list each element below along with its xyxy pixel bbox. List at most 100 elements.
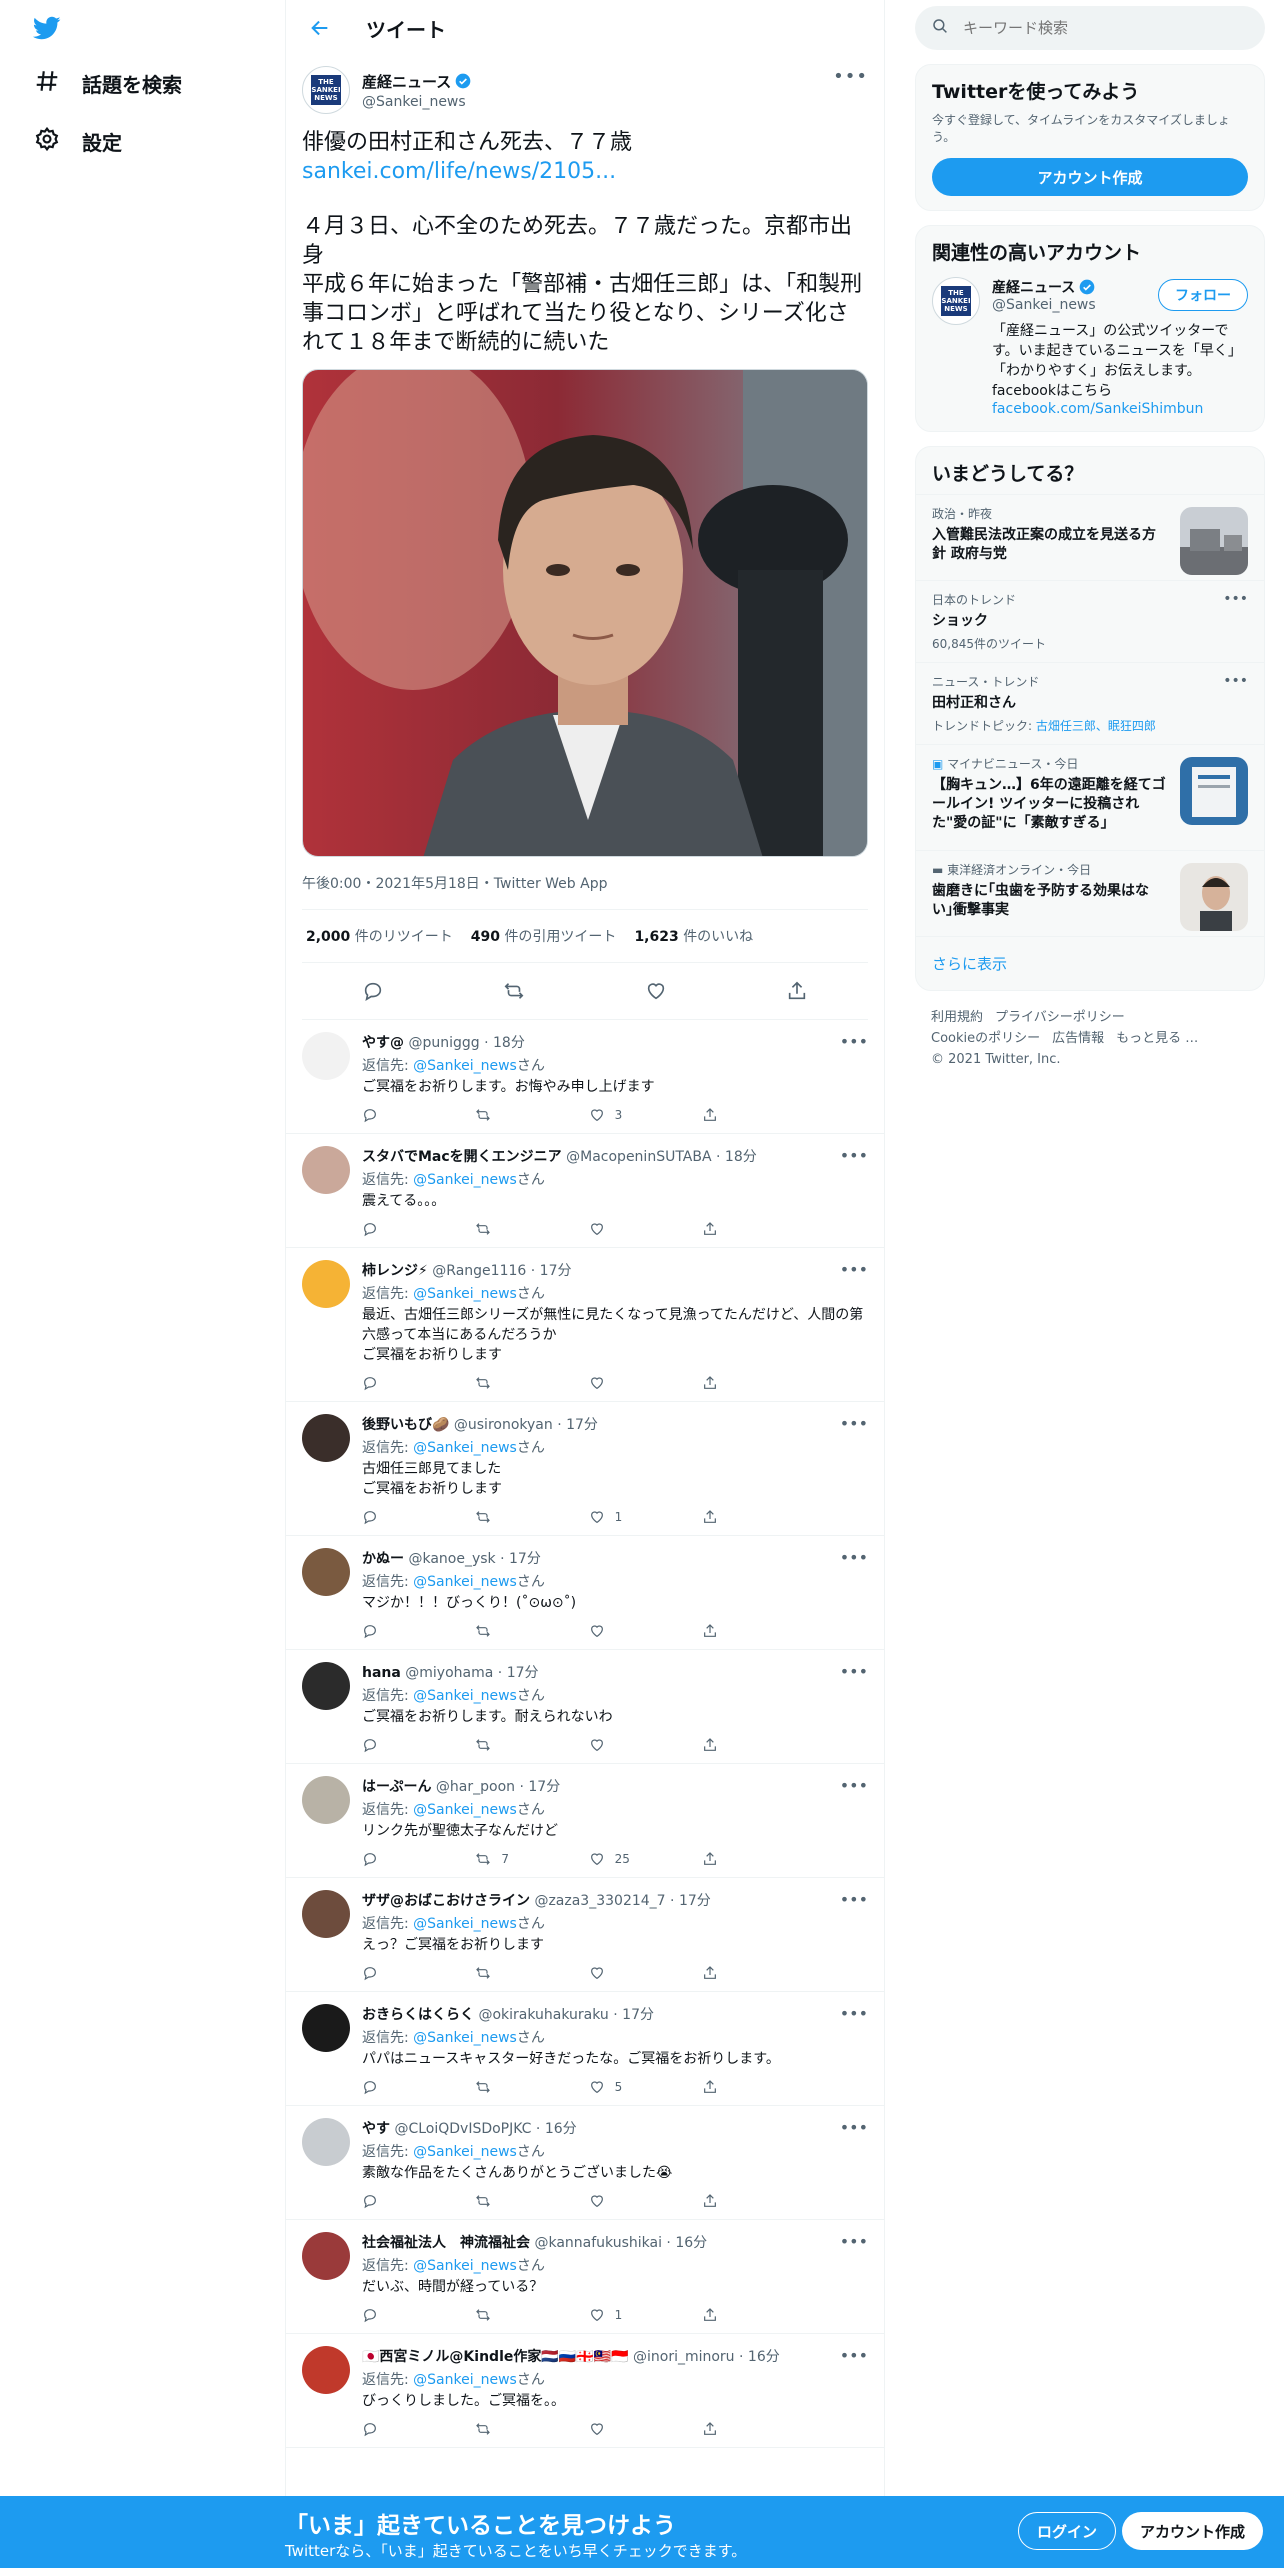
reply-author-handle[interactable]: @Range1116 (432, 1263, 526, 1279)
footer-link-ads[interactable]: 広告情報 (1052, 1031, 1104, 1046)
reply-author-handle[interactable]: @CLoiQDvISDoPJKC (394, 2121, 531, 2137)
avatar[interactable] (302, 1260, 350, 1308)
reply-author-handle[interactable]: @zaza3_330214_7 (534, 1893, 665, 1909)
tweet-timestamp[interactable]: 午後0:00・2021年5月18日・Twitter Web App (302, 873, 868, 910)
like-button[interactable]: 3 (589, 1107, 679, 1123)
reply-button[interactable] (362, 1509, 452, 1525)
share-button[interactable] (702, 1375, 792, 1391)
reply-author-name[interactable]: やす (362, 2121, 390, 2137)
reply-button[interactable] (362, 1107, 452, 1123)
like-button[interactable] (589, 1737, 679, 1753)
retweet-count[interactable]: 2,000 件のリツイート (306, 926, 453, 946)
retweet-button[interactable]: 7 (475, 1851, 565, 1867)
back-arrow-icon[interactable] (302, 10, 338, 46)
more-icon[interactable]: ••• (833, 66, 868, 87)
reply-to-handle[interactable]: @Sankei_news (413, 1688, 517, 1704)
nav-explore[interactable]: 話題を検索 (34, 58, 182, 108)
reply-to-handle[interactable]: @Sankei_news (413, 1440, 517, 1456)
more-icon[interactable]: ••• (840, 2004, 868, 2023)
retweet-icon[interactable] (496, 973, 532, 1009)
more-icon[interactable]: ••• (840, 1032, 868, 1051)
reply-icon[interactable] (355, 973, 391, 1009)
trend-topic-links[interactable]: 古畑任三郎、眠狂四郎 (1036, 719, 1156, 733)
create-account-button[interactable]: アカウント作成 (932, 158, 1248, 196)
reply-button[interactable] (362, 1221, 452, 1237)
share-button[interactable] (702, 2421, 792, 2437)
more-icon[interactable]: ••• (1223, 673, 1248, 689)
reply-tweet[interactable]: かぬー @kanoe_ysk · 17分 返信先: @Sankei_newsさん… (286, 1536, 884, 1650)
reply-tweet[interactable]: 柿レンジ⚡ @Range1116 · 17分 返信先: @Sankei_news… (286, 1248, 884, 1402)
reply-author-handle[interactable]: @kannafukushikai (534, 2235, 662, 2251)
reply-to-handle[interactable]: @Sankei_news (413, 1916, 517, 1932)
reply-author-handle[interactable]: @kanoe_ysk (408, 1551, 495, 1567)
share-button[interactable] (702, 2193, 792, 2209)
reply-to-handle[interactable]: @Sankei_news (413, 2030, 517, 2046)
reply-tweet[interactable]: やす @CLoiQDvISDoPJKC · 16分 返信先: @Sankei_n… (286, 2106, 884, 2220)
trend-item[interactable]: ▣ マイナビニュース・今日 【胸キュン…】6年の遠距離を経てゴールイン! ツイッ… (916, 744, 1264, 850)
avatar[interactable] (302, 1890, 350, 1938)
reply-author-name[interactable]: かぬー (362, 1551, 404, 1567)
reply-to-handle[interactable]: @Sankei_news (413, 2258, 517, 2274)
reply-to-handle[interactable]: @Sankei_news (413, 1286, 517, 1302)
more-icon[interactable]: ••• (840, 1260, 868, 1279)
more-icon[interactable]: ••• (1223, 591, 1248, 607)
twitter-logo-icon[interactable] (30, 14, 64, 42)
related-name[interactable]: 産経ニュース (992, 277, 1075, 297)
reply-time[interactable]: 17分 (528, 1779, 560, 1795)
avatar[interactable]: THE SANKEI NEWS (932, 277, 980, 325)
reply-author-handle[interactable]: @puniggg (408, 1035, 479, 1051)
like-button[interactable] (589, 2421, 679, 2437)
reply-time[interactable]: 17分 (679, 1893, 711, 1909)
avatar[interactable] (302, 2004, 350, 2052)
reply-time[interactable]: 17分 (507, 1665, 539, 1681)
footer-link-privacy[interactable]: プライバシーポリシー (995, 1010, 1125, 1025)
more-icon[interactable]: ••• (840, 2346, 868, 2365)
retweet-button[interactable] (475, 1623, 565, 1639)
more-icon[interactable]: ••• (840, 1890, 868, 1909)
reply-button[interactable] (362, 2307, 452, 2323)
search-input[interactable] (963, 19, 1223, 37)
avatar[interactable] (302, 2118, 350, 2166)
reply-tweet[interactable]: ザザ@おばこおけさライン @zaza3_330214_7 · 17分 返信先: … (286, 1878, 884, 1992)
reply-to-handle[interactable]: @Sankei_news (413, 1802, 517, 1818)
search-bar[interactable] (915, 6, 1265, 50)
share-button[interactable] (702, 1623, 792, 1639)
signup-button[interactable]: アカウント作成 (1122, 2512, 1264, 2550)
more-icon[interactable]: ••• (840, 1776, 868, 1795)
reply-time[interactable]: 17分 (509, 1551, 541, 1567)
share-button[interactable] (702, 1737, 792, 1753)
reply-author-name[interactable]: やす@ (362, 1035, 404, 1051)
reply-author-name[interactable]: 🇯🇵西宮ミノル@Kindle作家🇳🇱🇷🇺🇬🇪🇲🇾🇮🇩 (362, 2349, 629, 2365)
avatar[interactable] (302, 1548, 350, 1596)
show-more-link[interactable]: さらに表示 (916, 936, 1264, 990)
reply-button[interactable] (362, 2193, 452, 2209)
reply-button[interactable] (362, 1851, 452, 1867)
reply-author-handle[interactable]: @MacopeninSUTABA (566, 1149, 711, 1165)
reply-tweet[interactable]: 🇯🇵西宮ミノル@Kindle作家🇳🇱🇷🇺🇬🇪🇲🇾🇮🇩 @inori_minoru… (286, 2334, 884, 2448)
heart-icon[interactable] (638, 973, 674, 1009)
reply-button[interactable] (362, 1965, 452, 1981)
reply-author-name[interactable]: はーぷーん (362, 1779, 431, 1795)
related-account[interactable]: THE SANKEI NEWS 産経ニュース @Sankei_news 「産経ニュー… (916, 273, 1264, 431)
reply-time[interactable]: 18分 (493, 1035, 525, 1051)
like-button[interactable] (589, 1221, 679, 1237)
retweet-button[interactable] (475, 1107, 565, 1123)
reply-author-name[interactable]: おきらくはくらく (362, 2007, 474, 2023)
like-count[interactable]: 1,623 件のいいね (634, 926, 753, 946)
like-button[interactable]: 5 (589, 2079, 679, 2095)
reply-author-name[interactable]: ザザ@おばこおけさライン (362, 1893, 530, 1909)
avatar[interactable] (302, 1776, 350, 1824)
reply-tweet[interactable]: hana @miyohama · 17分 返信先: @Sankei_newsさん… (286, 1650, 884, 1764)
tweet-photo[interactable] (302, 369, 868, 857)
more-icon[interactable]: ••• (840, 1662, 868, 1681)
reply-to-handle[interactable]: @Sankei_news (413, 1172, 517, 1188)
footer-link-terms[interactable]: 利用規約 (931, 1010, 983, 1025)
retweet-button[interactable] (475, 1965, 565, 1981)
reply-to-handle[interactable]: @Sankei_news (413, 1058, 517, 1074)
reply-author-handle[interactable]: @okirakuhakuraku (478, 2007, 608, 2023)
reply-author-name[interactable]: スタバでMacを開くエンジニア (362, 1149, 562, 1165)
more-icon[interactable]: ••• (840, 2118, 868, 2137)
retweet-button[interactable] (475, 1509, 565, 1525)
related-link[interactable]: facebook.com/SankeiShimbun (992, 401, 1248, 417)
like-button[interactable] (589, 1623, 679, 1639)
